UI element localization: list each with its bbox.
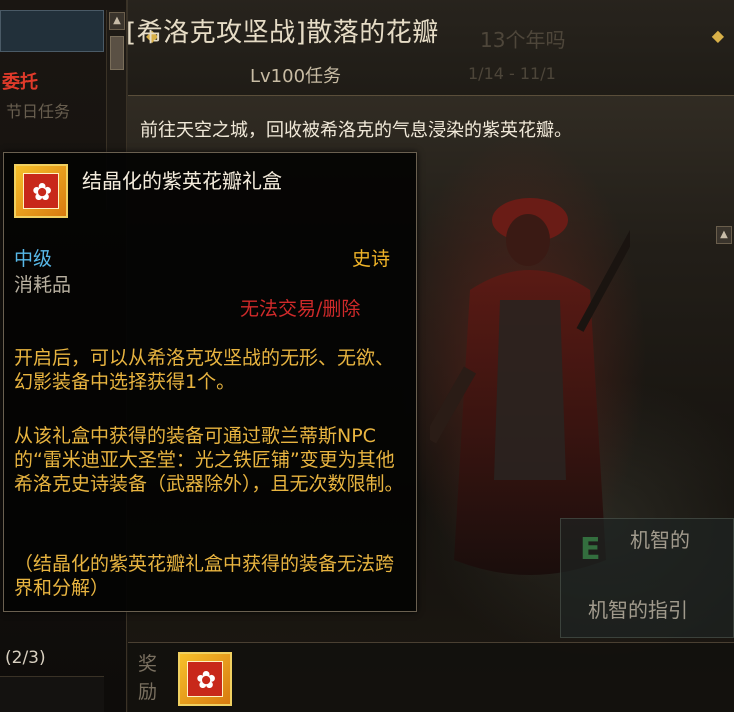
quest-progress-count: (2/3) bbox=[5, 648, 46, 668]
reward-choice-item-1[interactable]: 机智的 bbox=[630, 524, 690, 553]
arrow-right-icon[interactable]: ◆ bbox=[712, 26, 724, 45]
e-badge: E bbox=[580, 532, 601, 567]
scroll-thumb[interactable] bbox=[110, 36, 124, 70]
faded-header-text: 13个年吗 bbox=[480, 28, 566, 52]
item-type: 消耗品 bbox=[14, 274, 72, 296]
item-name: 结晶化的紫英花瓣礼盒 bbox=[82, 169, 282, 193]
faded-category-label[interactable]: 节日任务 bbox=[6, 98, 70, 122]
item-rarity: 史诗 bbox=[352, 248, 391, 270]
faded-date-text: 1/14 - 11/1 bbox=[468, 64, 556, 83]
quest-description: 前往天空之城，回收被希洛克的气息浸染的紫英花瓣。 bbox=[140, 120, 572, 141]
item-trade-restriction: 无法交易/删除 bbox=[240, 298, 361, 320]
commission-category-label[interactable]: 委托 bbox=[2, 68, 38, 94]
reward-choice-item-2[interactable]: 机智的指引 bbox=[588, 594, 688, 623]
gift-box-icon[interactable]: ✿ bbox=[178, 652, 232, 706]
item-grade: 中级 bbox=[14, 248, 53, 270]
right-scroll-up-icon[interactable]: ▲ bbox=[716, 226, 732, 244]
item-description-2: 从该礼盒中获得的装备可通过歌兰蒂斯NPC的“雷米迪亚大圣堂：光之铁匠铺”变更为其… bbox=[14, 425, 404, 495]
item-description-3: （结晶化的紫英花瓣礼盒中获得的装备无法跨界和分解） bbox=[14, 553, 395, 599]
quest-list-bottom-slot[interactable] bbox=[0, 676, 104, 712]
quest-list-selected-slot[interactable] bbox=[0, 10, 104, 52]
quest-title: [希洛克攻坚战]散落的花瓣 bbox=[126, 18, 439, 48]
item-description-1: 开启后，可以从希洛克攻坚战的无形、无欲、幻影装备中选择获得1个。 bbox=[14, 347, 395, 393]
gift-box-icon: ✿ bbox=[14, 164, 68, 218]
reward-label: 奖励 bbox=[138, 653, 158, 703]
scroll-up-icon[interactable]: ▲ bbox=[109, 12, 125, 30]
quest-level: Lv100任务 bbox=[250, 66, 342, 87]
